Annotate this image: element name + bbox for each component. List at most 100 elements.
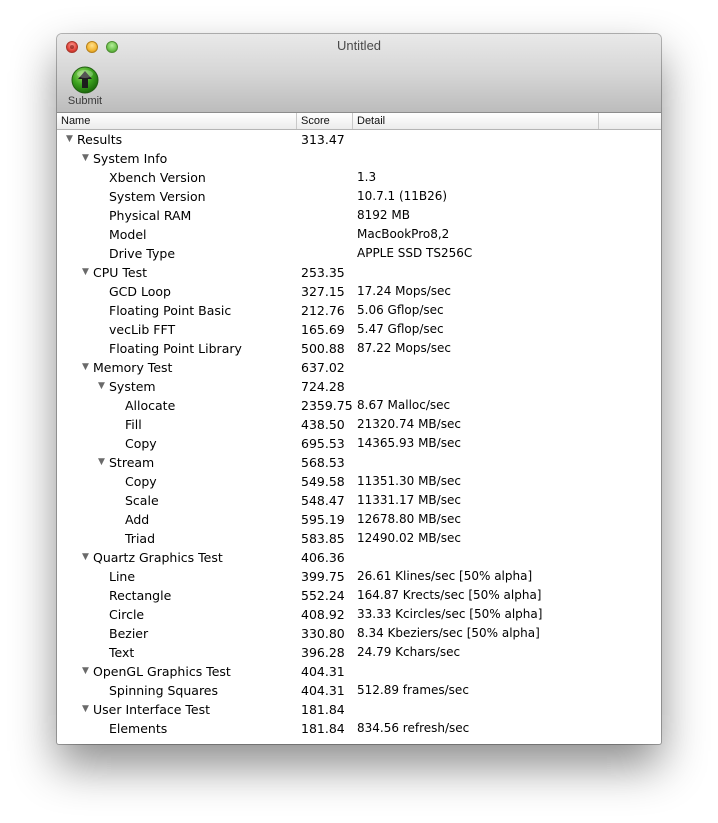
disclosure-triangle-icon[interactable]: ▼ (96, 453, 107, 472)
submit-label: Submit (67, 95, 103, 107)
table-row[interactable]: Copy 695.53 14365.93 MB/sec (57, 434, 661, 453)
row-detail: 8192 MB (357, 208, 410, 222)
green-up-arrow-icon (71, 66, 99, 94)
row-score: 181.84 (301, 702, 345, 717)
column-header-detail[interactable]: Detail (353, 113, 599, 129)
row-score: 404.31 (301, 683, 345, 698)
table-row[interactable]: Rectangle 552.24 164.87 Krects/sec [50% al… (57, 586, 661, 605)
row-detail: 12490.02 MB/sec (357, 531, 461, 545)
table-row[interactable]: Physical RAM 8192 MB (57, 206, 661, 225)
row-score: 549.58 (301, 474, 345, 489)
row-name: Scale (125, 493, 159, 508)
table-row[interactable]: Model MacBookPro8,2 (57, 225, 661, 244)
row-detail: 8.34 Kbeziers/sec [50% alpha] (357, 626, 540, 640)
table-row[interactable]: Circle 408.92 33.33 Kcircles/sec [50% alph… (57, 605, 661, 624)
results-outline: ▼ Results 313.47 ▼ System Info Xbench Version… (57, 130, 661, 738)
table-row[interactable]: Bezier 330.80 8.34 Kbeziers/sec [50% alpha… (57, 624, 661, 643)
table-row[interactable]: ▼ User Interface Test 181.84 (57, 700, 661, 719)
table-row[interactable]: vecLib FFT 165.69 5.47 Gflop/sec (57, 320, 661, 339)
row-detail: 33.33 Kcircles/sec [50% alpha] (357, 607, 543, 621)
row-name: Quartz Graphics Test (93, 550, 223, 565)
row-score: 695.53 (301, 436, 345, 451)
submit-button[interactable]: Submit (63, 66, 107, 110)
disclosure-triangle-icon[interactable]: ▼ (80, 662, 91, 681)
row-score: 595.19 (301, 512, 345, 527)
disclosure-triangle-icon[interactable]: ▼ (80, 263, 91, 282)
disclosure-triangle-icon[interactable]: ▼ (96, 377, 107, 396)
table-row[interactable]: GCD Loop 327.15 17.24 Mops/sec (57, 282, 661, 301)
table-row[interactable]: Floating Point Basic 212.76 5.06 Gflop/sec (57, 301, 661, 320)
row-detail: 5.06 Gflop/sec (357, 303, 444, 317)
column-header-score[interactable]: Score (297, 113, 353, 129)
row-name: Line (109, 569, 136, 584)
row-score: 399.75 (301, 569, 345, 584)
row-name: Elements (109, 721, 168, 736)
column-header-empty (599, 113, 661, 129)
row-score: 327.15 (301, 284, 345, 299)
row-name: Copy (125, 474, 157, 489)
table-row[interactable]: Add 595.19 12678.80 MB/sec (57, 510, 661, 529)
row-detail: MacBookPro8,2 (357, 227, 450, 241)
row-name: System (109, 379, 156, 394)
row-detail: 164.87 Krects/sec [50% alpha] (357, 588, 542, 602)
table-row[interactable]: Drive Type APPLE SSD TS256C (57, 244, 661, 263)
row-score: 568.53 (301, 455, 345, 470)
disclosure-triangle-icon[interactable]: ▼ (80, 149, 91, 168)
row-detail: 11331.17 MB/sec (357, 493, 461, 507)
table-row[interactable]: ▼ System Info (57, 149, 661, 168)
table-row[interactable]: ▼ Memory Test 637.02 (57, 358, 661, 377)
row-name: Stream (109, 455, 155, 470)
row-name: Circle (109, 607, 145, 622)
table-row[interactable]: Elements 181.84 834.56 refresh/sec (57, 719, 661, 738)
table-row[interactable]: ▼ CPU Test 253.35 (57, 263, 661, 282)
disclosure-triangle-icon[interactable]: ▼ (80, 700, 91, 719)
row-name: Allocate (125, 398, 176, 413)
disclosure-triangle-icon[interactable]: ▼ (80, 548, 91, 567)
table-row[interactable]: Xbench Version 1.3 (57, 168, 661, 187)
column-header-name[interactable]: Name (57, 113, 297, 129)
table-row[interactable]: Copy 549.58 11351.30 MB/sec (57, 472, 661, 491)
table-row[interactable]: ▼ OpenGL Graphics Test 404.31 (57, 662, 661, 681)
row-detail: 5.47 Gflop/sec (357, 322, 444, 336)
row-score: 438.50 (301, 417, 345, 432)
row-name: Triad (125, 531, 156, 546)
row-name: Floating Point Basic (109, 303, 232, 318)
row-name: System Info (93, 151, 168, 166)
row-detail: 26.61 Klines/sec [50% alpha] (357, 569, 533, 583)
xbench-window: Untitled Submit Name Score Detail ▼ Resu… (57, 34, 661, 744)
row-detail: 834.56 refresh/sec (357, 721, 470, 735)
table-row[interactable]: Text 396.28 24.79 Kchars/sec (57, 643, 661, 662)
table-row[interactable]: Allocate 2359.75 8.67 Malloc/sec (57, 396, 661, 415)
title-toolbar: Untitled Submit (57, 34, 661, 113)
table-row[interactable]: Triad 583.85 12490.02 MB/sec (57, 529, 661, 548)
row-name: OpenGL Graphics Test (93, 664, 231, 679)
table-row[interactable]: Floating Point Library 500.88 87.22 Mops/s… (57, 339, 661, 358)
table-row[interactable]: Line 399.75 26.61 Klines/sec [50% alpha] (57, 567, 661, 586)
table-header: Name Score Detail (57, 113, 661, 130)
row-name: Add (125, 512, 150, 527)
row-detail: 24.79 Kchars/sec (357, 645, 461, 659)
row-name: Rectangle (109, 588, 172, 603)
table-row[interactable]: Scale 548.47 11331.17 MB/sec (57, 491, 661, 510)
table-row[interactable]: Spinning Squares 404.31 512.89 frames/sec (57, 681, 661, 700)
row-score: 181.84 (301, 721, 345, 736)
row-name: System Version (109, 189, 206, 204)
row-detail: APPLE SSD TS256C (357, 246, 473, 260)
row-name: Model (109, 227, 147, 242)
row-name: Fill (125, 417, 142, 432)
table-row[interactable]: ▼ Stream 568.53 (57, 453, 661, 472)
table-row[interactable]: ▼ Results 313.47 (57, 130, 661, 149)
row-score: 212.76 (301, 303, 345, 318)
disclosure-triangle-icon[interactable]: ▼ (64, 130, 75, 149)
row-score: 396.28 (301, 645, 345, 660)
table-row[interactable]: System Version 10.7.1 (11B26) (57, 187, 661, 206)
table-row[interactable]: Fill 438.50 21320.74 MB/sec (57, 415, 661, 434)
table-row[interactable]: ▼ System 724.28 (57, 377, 661, 396)
row-detail: 12678.80 MB/sec (357, 512, 461, 526)
table-row[interactable]: ▼ Quartz Graphics Test 406.36 (57, 548, 661, 567)
row-name: CPU Test (93, 265, 148, 280)
row-detail: 512.89 frames/sec (357, 683, 469, 697)
row-name: Bezier (109, 626, 149, 641)
disclosure-triangle-icon[interactable]: ▼ (80, 358, 91, 377)
row-name: Spinning Squares (109, 683, 219, 698)
